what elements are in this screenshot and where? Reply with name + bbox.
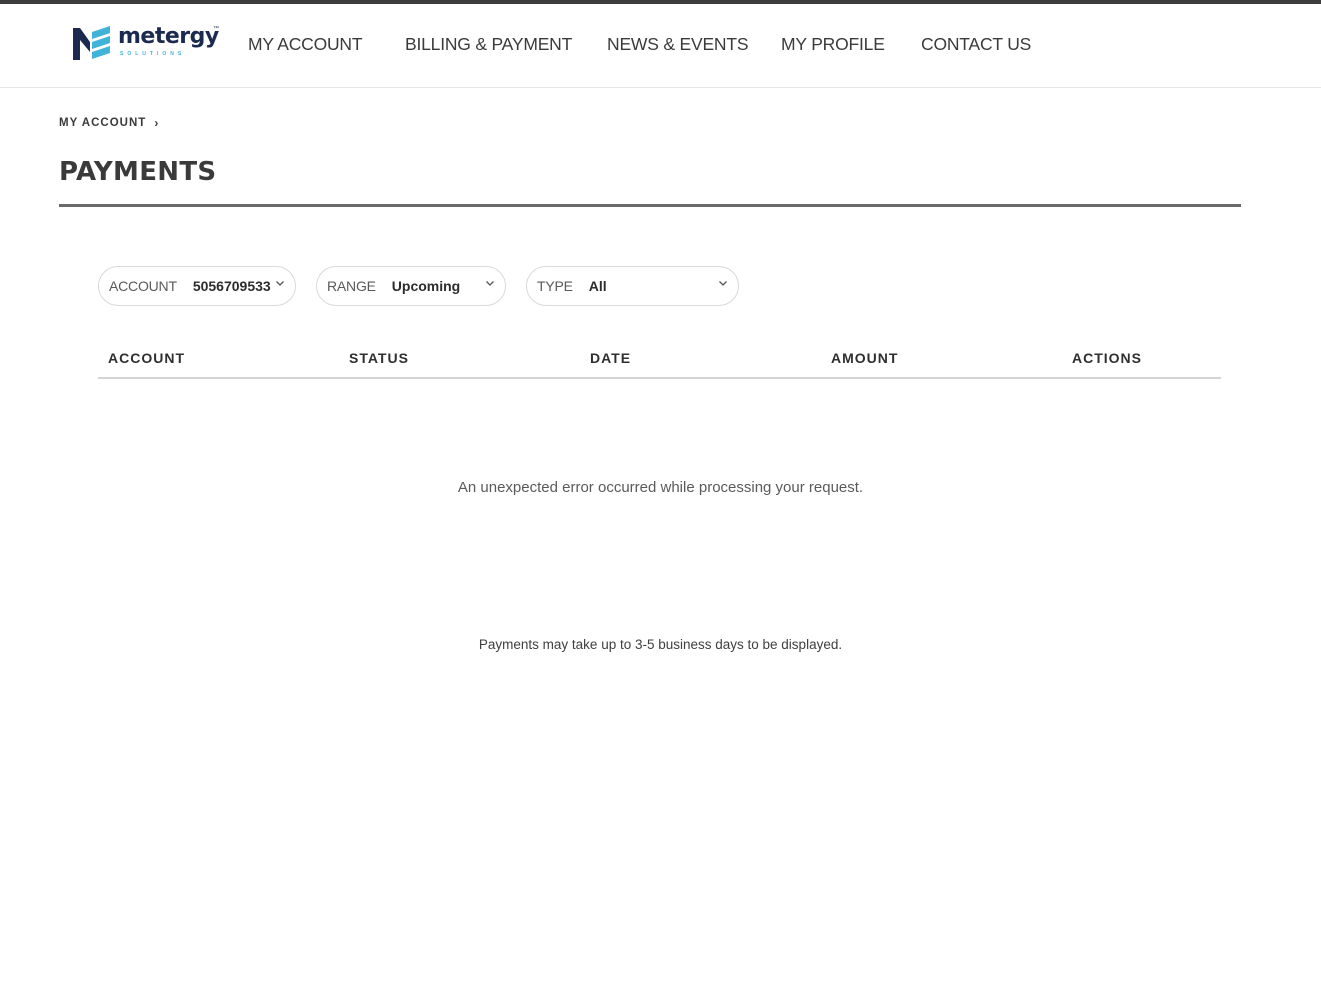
metergy-logo-mark-icon [73, 26, 110, 60]
nav-item-billing-payment[interactable]: BILLING & PAYMENT [405, 34, 572, 55]
chevron-down-icon [719, 281, 727, 286]
range-filter-label: RANGE [327, 278, 376, 294]
payments-table-header: ACCOUNT STATUS DATE AMOUNT ACTIONS [98, 346, 1221, 379]
column-header-amount: AMOUNT [831, 350, 899, 366]
range-filter-select[interactable]: RANGE Upcoming [316, 266, 506, 306]
nav-item-my-profile[interactable]: MY PROFILE [781, 34, 885, 55]
brand-tagline: SOLUTIONS [120, 51, 186, 57]
payments-delay-note: Payments may take up to 3-5 business day… [478, 637, 843, 652]
range-filter-value: Upcoming [391, 278, 461, 294]
trademark-mark: ™ [213, 26, 219, 32]
account-filter-select[interactable]: ACCOUNT 5056709533 [98, 266, 296, 306]
error-message: An unexpected error occurred while proce… [457, 479, 864, 496]
column-header-account: ACCOUNT [108, 350, 185, 366]
site-header: metergy ™ SOLUTIONS MY ACCOUNT BILLING &… [0, 4, 1321, 88]
nav-item-my-account[interactable]: MY ACCOUNT [248, 34, 363, 55]
brand-name: metergy [118, 24, 219, 49]
breadcrumb[interactable]: MY ACCOUNT › [59, 116, 159, 130]
title-divider [59, 204, 1241, 207]
type-filter-select[interactable]: TYPE All [526, 266, 739, 306]
chevron-down-icon [486, 281, 494, 286]
brand-logo[interactable]: metergy ™ SOLUTIONS [70, 22, 220, 68]
account-filter-value: 5056709533 [192, 278, 271, 294]
page-title: PAYMENTS [59, 157, 217, 187]
chevron-right-icon: › [154, 116, 160, 130]
account-filter-label: ACCOUNT [109, 278, 177, 294]
chevron-down-icon [276, 281, 284, 286]
column-header-date: DATE [590, 350, 632, 366]
type-filter-value: All [588, 278, 607, 294]
type-filter-label: TYPE [537, 278, 573, 294]
column-header-status: STATUS [349, 350, 409, 366]
breadcrumb-my-account[interactable]: MY ACCOUNT [59, 117, 146, 129]
column-header-actions: ACTIONS [1072, 350, 1142, 366]
nav-item-news-events[interactable]: NEWS & EVENTS [607, 34, 749, 55]
nav-item-contact-us[interactable]: CONTACT US [921, 34, 1031, 55]
